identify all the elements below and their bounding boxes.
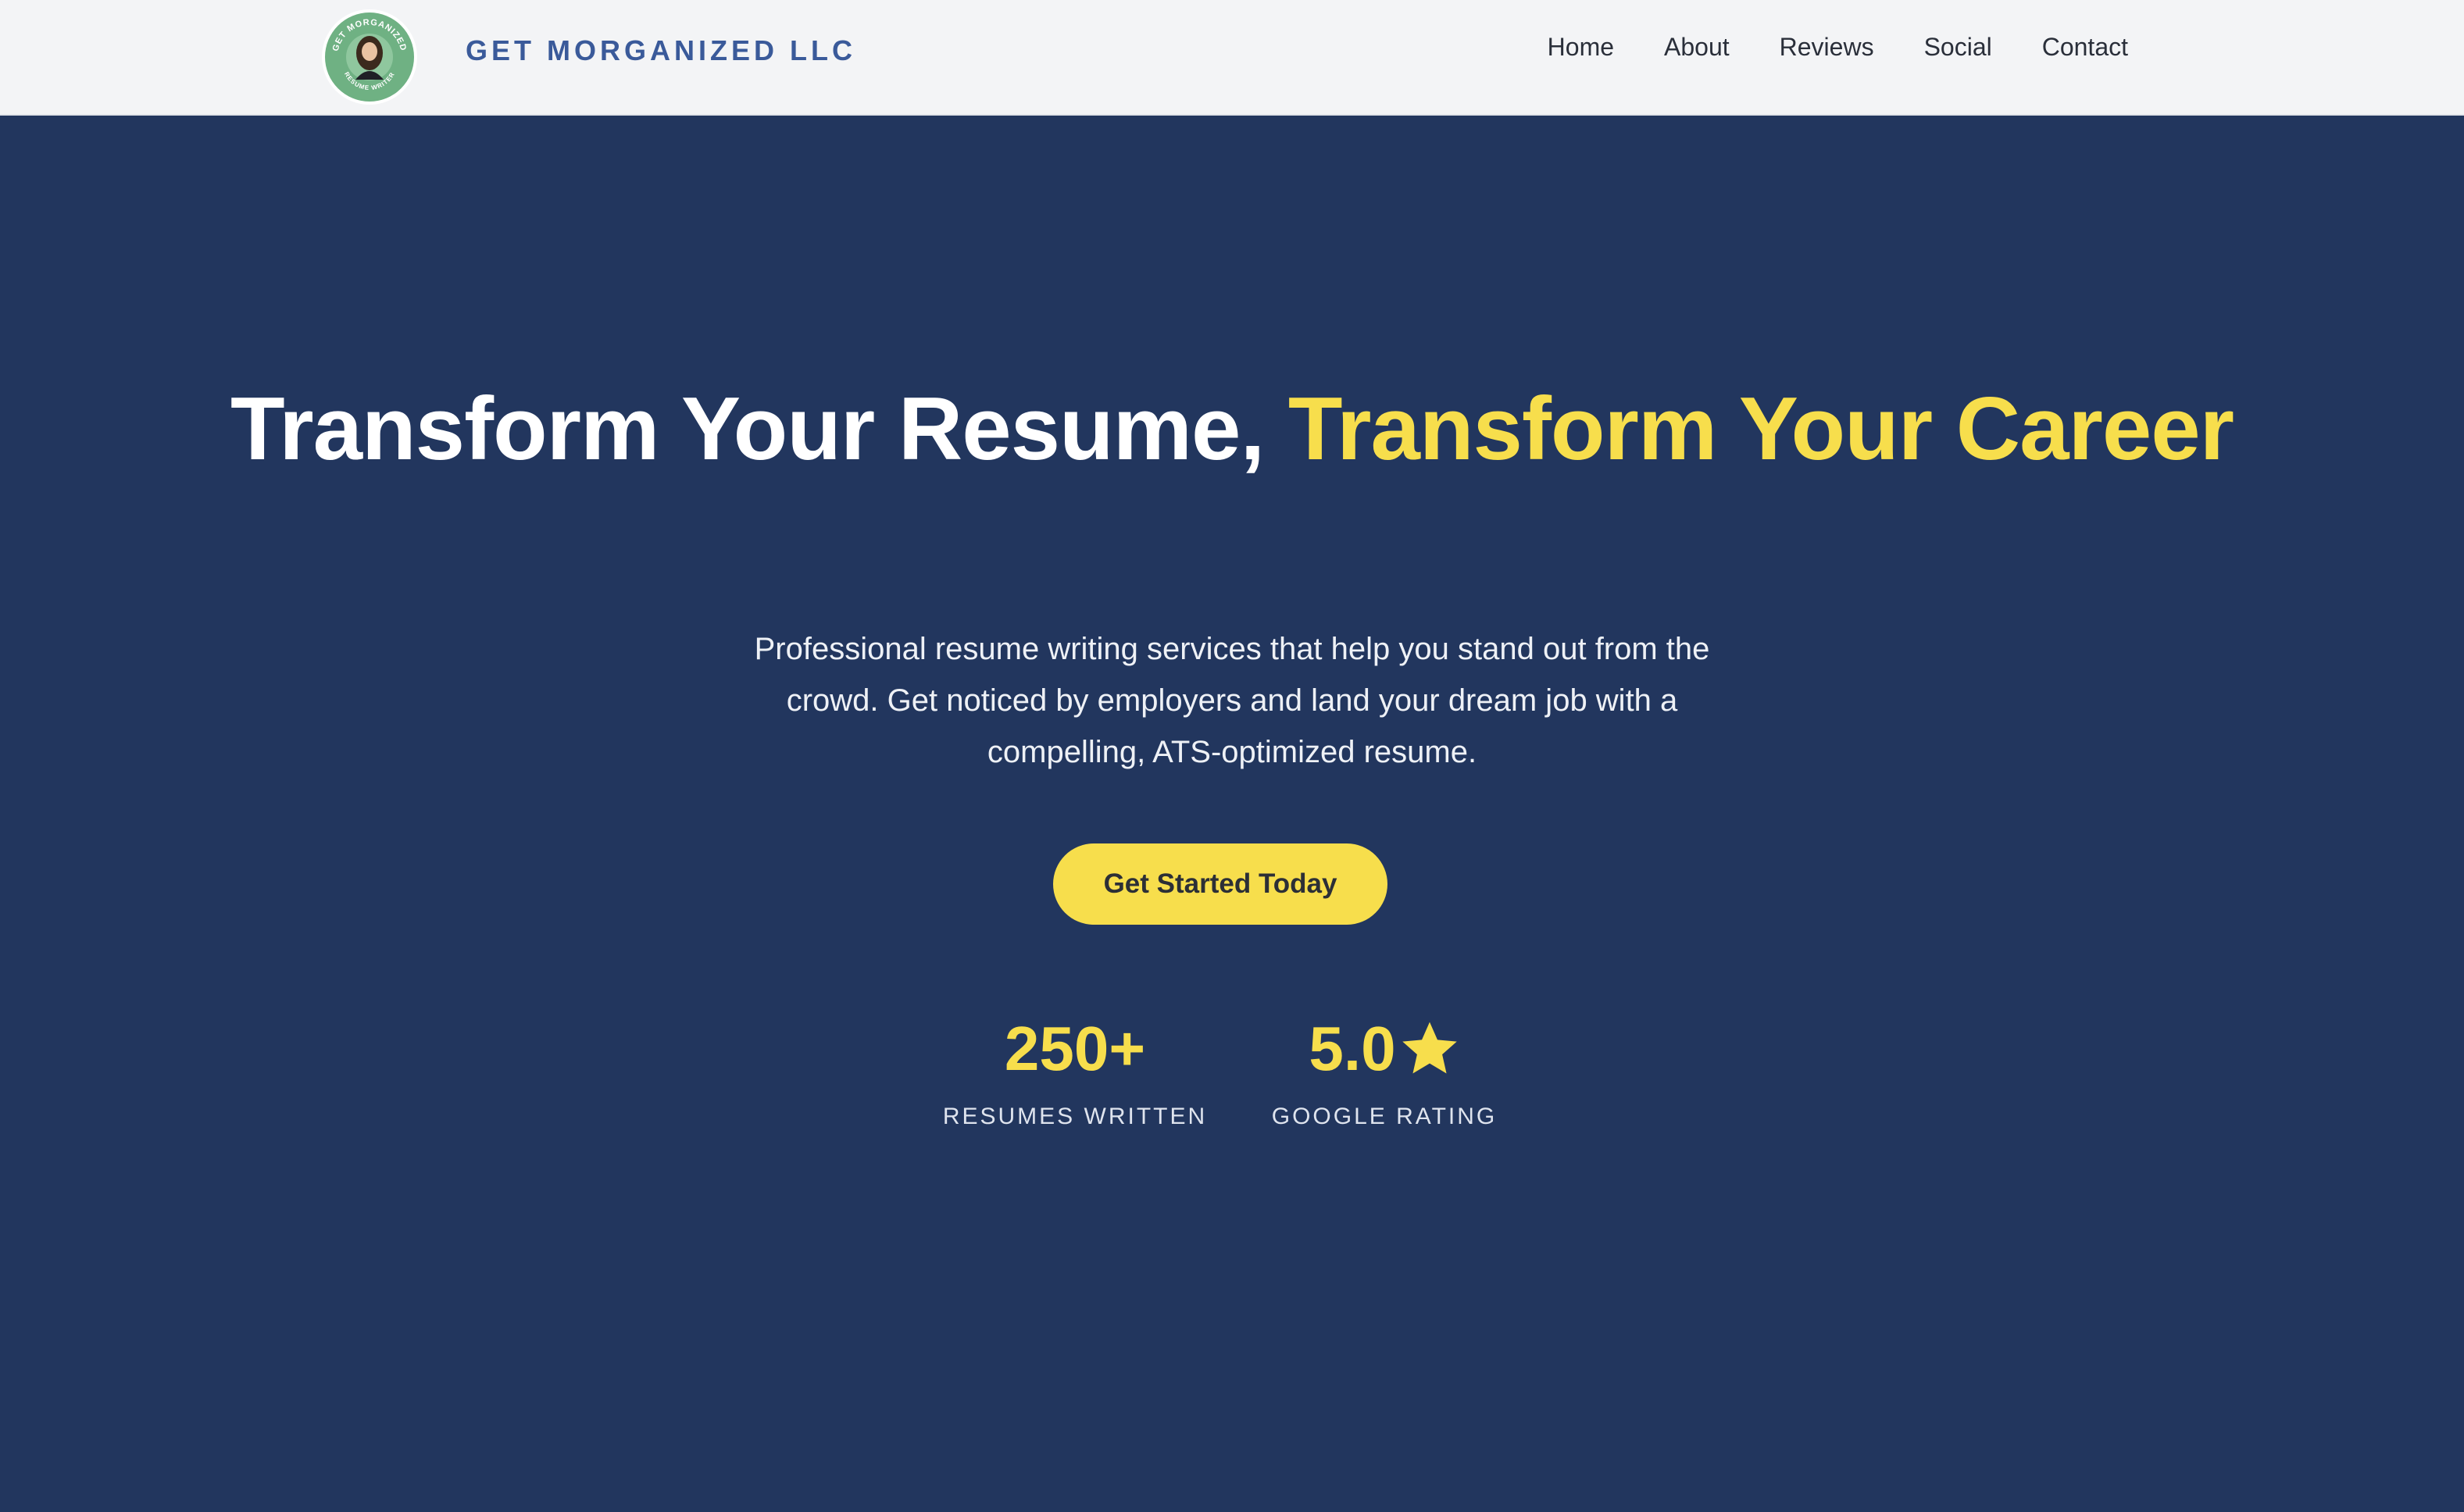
hero-headline: Transform Your Resume, Transform Your Ca… [0,376,2464,483]
nav-social[interactable]: Social [1924,33,1992,62]
nav-reviews[interactable]: Reviews [1780,33,1874,62]
site-header: GET MORGANIZED RESUME WRITER GET MORGANI… [0,0,2464,116]
stat-value: 5.0 [1259,1010,1509,1088]
stat-value-text: 5.0 [1309,1014,1396,1083]
headline-part2: Transform Your Career [1287,380,2234,479]
stat-label: RESUMES WRITTEN [942,1104,1208,1129]
star-icon [1402,1022,1457,1074]
nav-home[interactable]: Home [1548,33,1614,62]
stat-value-text: 250+ [1004,1014,1146,1083]
stat-label: GOOGLE RATING [1271,1104,1498,1129]
logo-badge-icon: GET MORGANIZED RESUME WRITER [322,9,417,105]
nav-contact[interactable]: Contact [2042,33,2128,62]
nav-about[interactable]: About [1664,33,1730,62]
get-started-button[interactable]: Get Started Today [1053,843,1387,925]
hero-subtitle: Professional resume writing services tha… [754,632,1710,769]
headline-part1: Transform Your Resume, [230,380,1265,479]
logo[interactable]: GET MORGANIZED RESUME WRITER [312,5,427,109]
hero-section: Transform Your Resume, Transform Your Ca… [0,116,2464,1512]
stat-resumes-written: 250+ RESUMES WRITTEN [930,1010,1220,1130]
brand-name[interactable]: GET MORGANIZED LLC [466,34,856,67]
stat-value: 250+ [930,1010,1220,1088]
main-nav: Home About Reviews Social Contact [1548,33,2128,62]
stat-google-rating: 5.0 GOOGLE RATING [1259,1010,1509,1130]
